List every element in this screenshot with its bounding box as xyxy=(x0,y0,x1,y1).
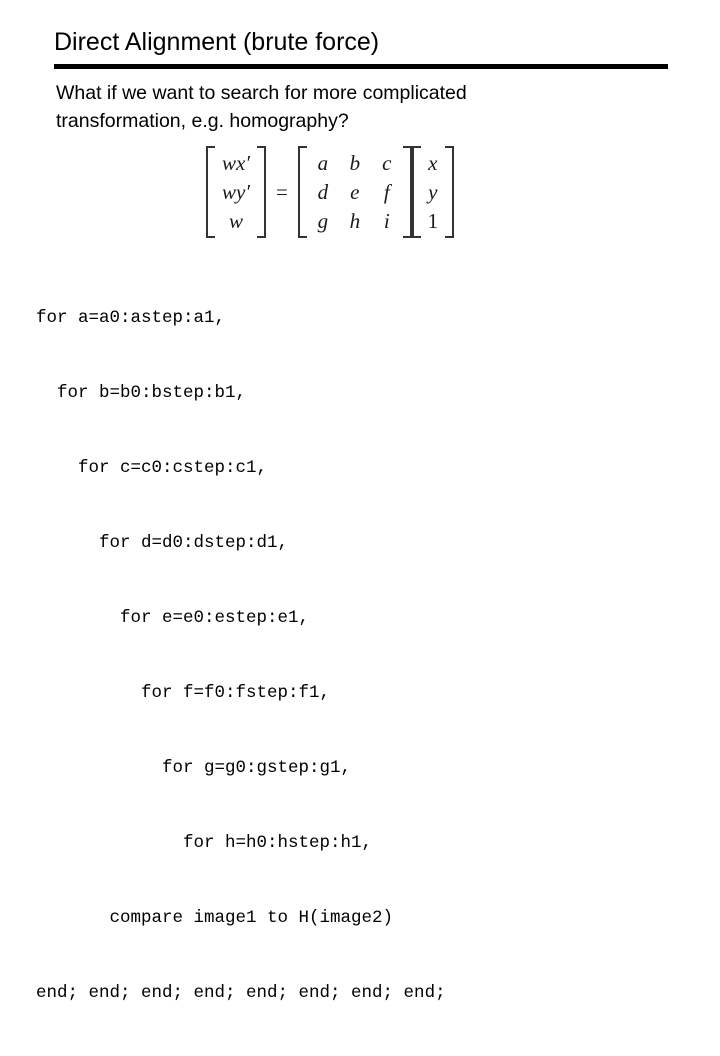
homography-matrix: a b c d e f g h i xyxy=(297,146,412,238)
code-line-for-g: for g=g0:gstep:g1, xyxy=(36,758,352,778)
vector-cell-wy-prime: wy′ xyxy=(222,180,250,204)
vector-cell-y: y xyxy=(428,180,438,204)
matrix-cell-h: h xyxy=(349,208,361,233)
matrix-cell-g: g xyxy=(317,208,329,233)
output-column-vector: wx′ wy′ w xyxy=(206,146,266,238)
code-line-for-a: for a=a0:astep:a1, xyxy=(36,308,226,328)
vector-cell-w: w xyxy=(228,208,243,233)
page-title: Direct Alignment (brute force) xyxy=(54,28,380,56)
homography-equation: wx′ wy′ w = a b c d e f g h i x y 1 xyxy=(206,145,454,239)
matrix-row: a b c xyxy=(307,149,403,178)
code-line-for-f: for f=f0:fstep:f1, xyxy=(36,683,331,703)
code-line-for-e: for e=e0:estep:e1, xyxy=(36,608,310,628)
code-line-compare: compare image1 to H(image2) xyxy=(36,908,394,928)
body-line-2: transformation, e.g. homography? xyxy=(56,110,349,132)
matrix-row: d e f xyxy=(307,178,403,207)
vector-cell-x: x xyxy=(428,151,438,176)
pseudocode-block: for a=a0:astep:a1, for b=b0:bstep:b1, fo… xyxy=(36,256,446,1056)
matrix-cell-a: a xyxy=(317,151,329,176)
equals-sign: = xyxy=(276,179,288,204)
vector-cell-one: 1 xyxy=(427,208,439,233)
code-line-end-chain: end; end; end; end; end; end; end; end; xyxy=(36,983,446,1003)
matrix-cell-c: c xyxy=(382,151,392,176)
matrix-cell-d: d xyxy=(317,180,329,204)
code-line-for-c: for c=c0:cstep:c1, xyxy=(36,458,268,478)
matrix-cell-i: i xyxy=(383,208,390,233)
matrix-row: wy′ xyxy=(215,178,257,207)
matrix-row: g h i xyxy=(307,206,403,235)
body-paragraph: What if we want to search for more compl… xyxy=(56,79,656,135)
matrix-row: wx′ xyxy=(215,149,257,178)
title-underline-rule xyxy=(54,64,668,69)
matrix-row: w xyxy=(215,206,257,235)
matrix-cell-b: b xyxy=(349,151,361,176)
code-line-for-d: for d=d0:dstep:d1, xyxy=(36,533,289,553)
vector-cell-wx-prime: wx′ xyxy=(222,151,250,176)
matrix-cell-f: f xyxy=(383,180,390,204)
body-line-1: What if we want to search for more compl… xyxy=(56,82,467,104)
matrix-row: x xyxy=(421,149,445,178)
code-line-for-b: for b=b0:bstep:b1, xyxy=(36,383,247,403)
slide-canvas: Direct Alignment (brute force) What if w… xyxy=(0,0,720,1003)
matrix-row: y xyxy=(421,178,445,207)
matrix-cell-e: e xyxy=(350,180,360,204)
code-line-for-h: for h=h0:hstep:h1, xyxy=(36,833,373,853)
input-column-vector: x y 1 xyxy=(411,146,454,238)
matrix-row: 1 xyxy=(421,206,445,235)
